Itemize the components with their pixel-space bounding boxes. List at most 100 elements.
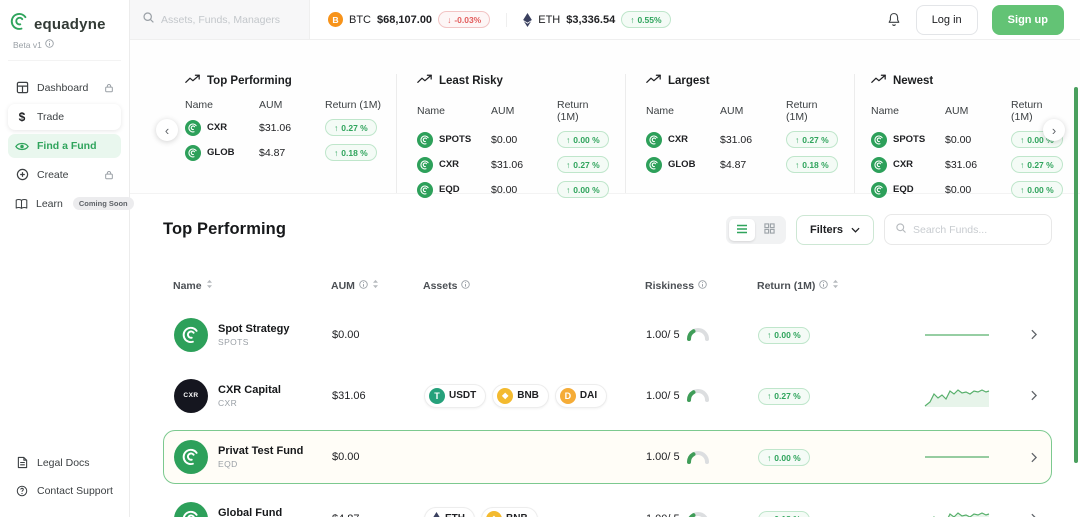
sidebar-item-label: Find a Fund: [37, 140, 97, 152]
btc-icon: B: [328, 12, 343, 27]
lock-icon: [104, 170, 114, 180]
carousel-next-button[interactable]: ›: [1043, 119, 1065, 141]
ticker-eth: ETH $3,336.54 ↑0.55%: [523, 11, 670, 28]
sidebar-item-create[interactable]: Create: [8, 162, 121, 187]
sidebar-item-dashboard[interactable]: Dashboard: [8, 75, 121, 100]
sidebar-item-learn[interactable]: Learn Coming Soon: [8, 191, 121, 216]
fund-row-glob[interactable]: Global Fund GLOB $4.87 ETH◆BNB 1.00/ 5 ↑…: [163, 488, 1052, 517]
info-icon[interactable]: [359, 280, 368, 292]
sort-icon[interactable]: [372, 279, 379, 292]
fund-assets: ETH◆BNB: [424, 507, 646, 517]
fund-identity: Global Fund GLOB: [174, 502, 332, 517]
asset-badge-bnb: ◆BNB: [492, 384, 549, 408]
sort-icon[interactable]: [832, 279, 839, 292]
row-chevron-right-icon[interactable]: [1027, 325, 1041, 344]
global-search-input[interactable]: [161, 14, 289, 26]
change-pill: ↑0.00 %: [557, 181, 609, 198]
highlight-table: NameAUMReturn (1M) SPOTS $0.00 ↑0.00 % C…: [871, 99, 1054, 198]
info-icon[interactable]: [819, 280, 828, 292]
trend-icon: [871, 74, 886, 87]
highlight-fund-glob[interactable]: GLOB: [185, 145, 259, 161]
highlight-fund-spots[interactable]: SPOTS: [871, 132, 945, 148]
highlight-aum: $4.87: [259, 147, 325, 159]
row-chevron-right-icon[interactable]: [1027, 448, 1041, 467]
carousel-prev-button[interactable]: ‹: [156, 119, 178, 141]
column-header-return[interactable]: Return (1M): [757, 279, 899, 292]
price-tickers: B BTC $68,107.00 ↓-0.03% ETH $3,336.54 ↑…: [310, 11, 689, 28]
highlight-fund-cxr[interactable]: CXR: [417, 157, 491, 173]
fund-identity: Spot Strategy SPOTS: [174, 318, 332, 352]
fund-row-spots[interactable]: Spot Strategy SPOTS $0.00 1.00/ 5 ↑0.00 …: [163, 304, 1052, 365]
highlight-fund-cxr[interactable]: CXR: [646, 132, 720, 148]
row-chevron-right-icon[interactable]: [1027, 386, 1041, 405]
highlight-return: ↑0.00 %: [1011, 181, 1063, 198]
fund-ticker: SPOTS: [218, 337, 290, 347]
column-header-riskiness[interactable]: Riskiness: [645, 280, 757, 292]
fund-search-input[interactable]: [913, 224, 1045, 236]
highlight-fund-glob[interactable]: GLOB: [646, 157, 720, 173]
signup-button[interactable]: Sign up: [992, 5, 1064, 35]
highlight-fund-cxr[interactable]: CXR: [185, 120, 259, 136]
fund-search[interactable]: [884, 214, 1052, 245]
list-view-icon: [736, 221, 748, 239]
sidebar-item-label: Contact Support: [37, 485, 113, 497]
usdt-icon: T: [429, 388, 445, 404]
highlight-column-header: Name: [871, 105, 945, 117]
sidebar-item-find-a-fund[interactable]: Find a Fund: [8, 134, 121, 158]
coming-soon-badge: Coming Soon: [73, 197, 134, 210]
fund-aum: $0.00: [332, 451, 424, 463]
arrow-up-icon: ↑: [1020, 160, 1024, 170]
global-search[interactable]: [130, 0, 310, 39]
sidebar-item-contact-support[interactable]: Contact Support: [8, 481, 121, 501]
app-window: equadyne Beta v1 Dashboard $ Trade Find …: [0, 0, 1080, 517]
funds-controls: Filters: [726, 214, 1052, 245]
highlight-aum: $0.00: [491, 184, 557, 196]
ticker-price: $3,336.54: [566, 14, 615, 26]
sort-icon[interactable]: [206, 279, 213, 292]
fund-row-eqd[interactable]: Privat Test Fund EQD $0.00 1.00/ 5 ↑0.00…: [163, 430, 1052, 484]
highlight-return: ↑0.27 %: [786, 131, 840, 148]
filters-button[interactable]: Filters: [796, 215, 874, 245]
highlight-fund-cxr[interactable]: CXR: [871, 157, 945, 173]
login-button[interactable]: Log in: [916, 5, 978, 35]
fund-row-cxr[interactable]: CXR CXR Capital CXR $31.06 TUSDT◆BNBDDAI…: [163, 365, 1052, 426]
vertical-scrollbar[interactable]: [1074, 87, 1078, 463]
change-pill: ↓-0.03%: [438, 11, 490, 28]
asset-badge-usdt: TUSDT: [424, 384, 486, 408]
bnb-icon: ◆: [486, 511, 502, 517]
highlight-column-header: Return (1M): [786, 99, 840, 123]
list-view-button[interactable]: [729, 219, 755, 241]
highlight-return: ↑0.27 %: [1011, 156, 1063, 173]
change-pill: ↑0.55%: [621, 11, 670, 28]
fund-coin-icon: [871, 132, 887, 148]
change-pill: ↑0.27 %: [557, 156, 609, 173]
sidebar-item-label: Dashboard: [37, 82, 88, 94]
row-chevron-right-icon[interactable]: [1027, 509, 1041, 517]
fund-assets: TUSDT◆BNBDDAI: [424, 384, 646, 408]
fund-identity: CXR CXR Capital CXR: [174, 379, 332, 413]
info-icon[interactable]: [461, 280, 470, 292]
column-header-assets[interactable]: Assets: [423, 280, 645, 292]
highlight-fund-eqd[interactable]: EQD: [417, 182, 491, 198]
sparkline-chart: [922, 506, 992, 517]
notifications-bell-icon[interactable]: [886, 11, 902, 28]
sidebar-nav: Dashboard $ Trade Find a Fund Create Lea…: [8, 75, 121, 216]
info-icon[interactable]: [698, 280, 707, 292]
fund-coin-icon: [646, 157, 662, 173]
header-actions: Log in Sign up: [886, 5, 1080, 35]
sidebar-item-legal-docs[interactable]: Legal Docs: [8, 452, 121, 473]
highlight-fund-eqd[interactable]: EQD: [871, 182, 945, 198]
funds-section: Top Performing Filters: [130, 194, 1080, 517]
asset-badge-eth: ETH: [424, 507, 475, 517]
highlight-fund-spots[interactable]: SPOTS: [417, 132, 491, 148]
fund-name: Privat Test Fund: [218, 445, 303, 457]
arrow-up-icon: ↑: [630, 15, 634, 25]
column-header-name[interactable]: Name: [173, 279, 331, 292]
highlight-title: Largest: [646, 74, 840, 87]
highlight-aum: $31.06: [945, 159, 1011, 171]
fund-riskiness: 1.00/ 5: [646, 389, 758, 402]
grid-view-button[interactable]: [757, 219, 783, 241]
sidebar-item-trade[interactable]: $ Trade: [8, 104, 121, 130]
brand[interactable]: equadyne: [10, 12, 119, 36]
column-header-aum[interactable]: AUM: [331, 279, 423, 292]
